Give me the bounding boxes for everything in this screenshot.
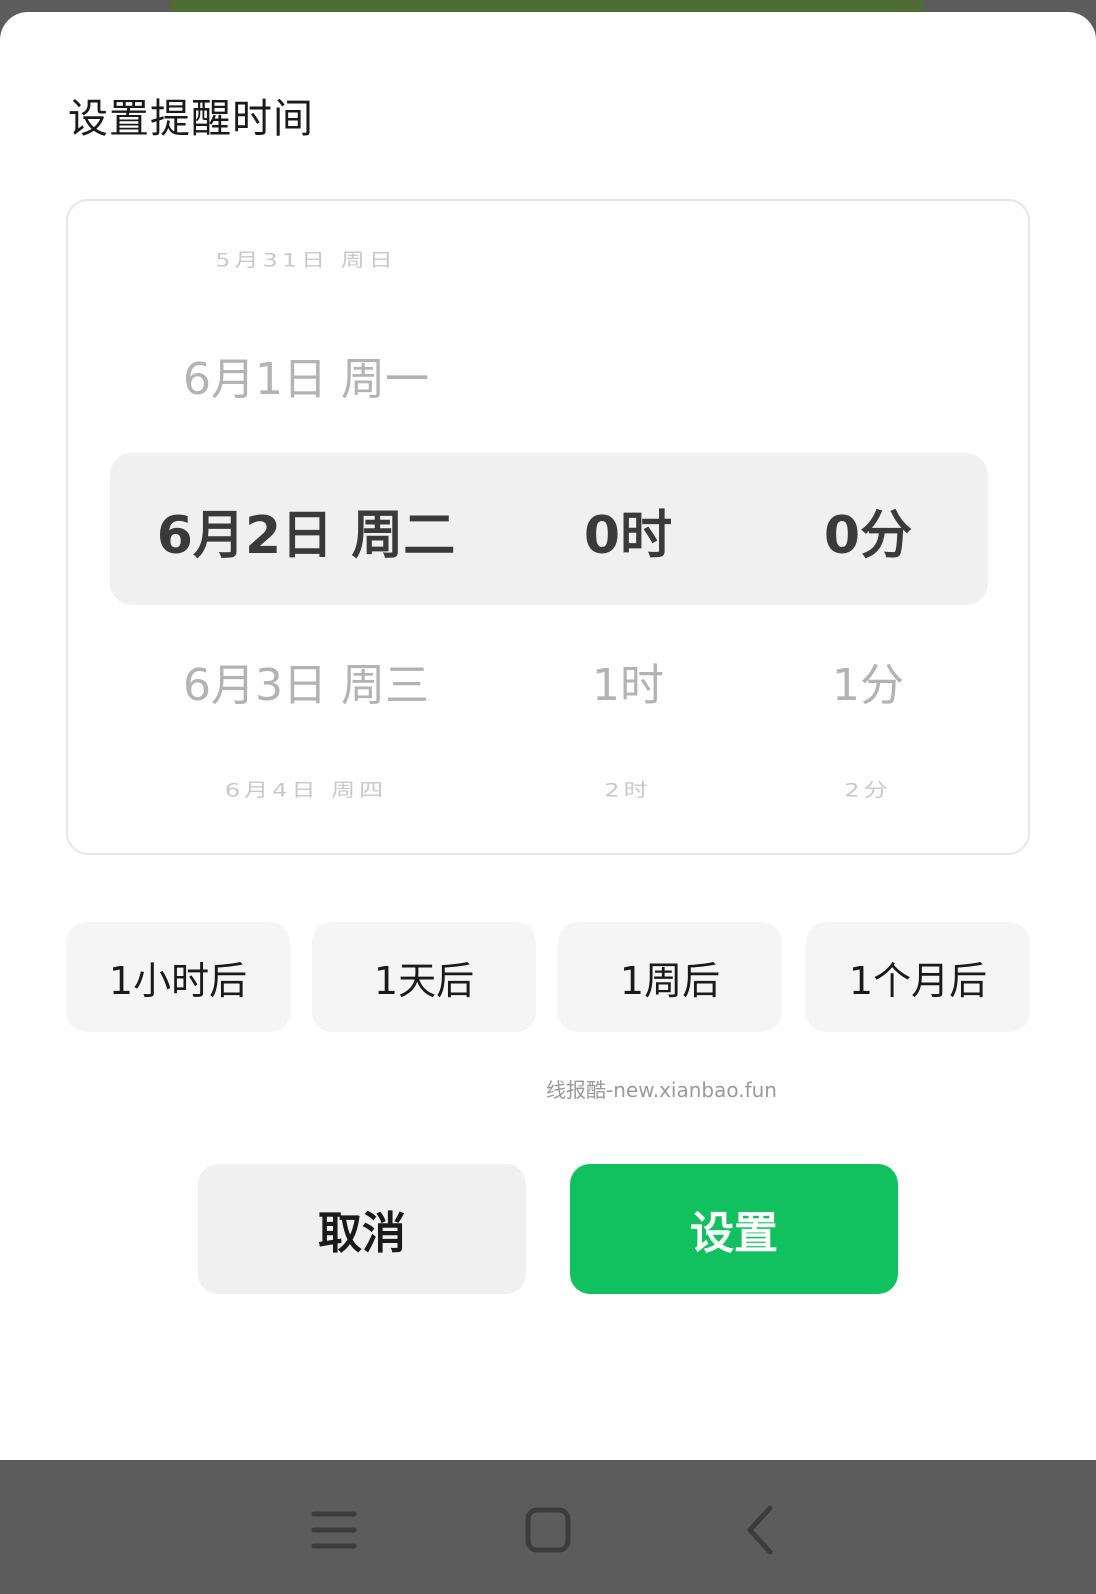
quick-option-1-week-button[interactable]: 1周后 — [558, 922, 782, 1032]
quick-option-1-day-button[interactable]: 1天后 — [312, 922, 536, 1032]
cancel-button[interactable]: 取消 — [198, 1164, 526, 1294]
date-option-near-top[interactable]: 6月1日 周一 — [108, 343, 504, 407]
date-option-near-bottom[interactable]: 6月3日 周三 — [108, 649, 504, 713]
screen: 设置提醒时间 5月31日 周日 6月1日 周一 6月2日 周二 6月3日 周三 … — [0, 0, 1096, 1594]
date-option-far-bottom[interactable]: 6月4日 周四 — [108, 775, 504, 802]
reminder-bottom-sheet: 设置提醒时间 5月31日 周日 6月1日 周一 6月2日 周二 6月3日 周三 … — [0, 12, 1096, 1460]
date-option-selected[interactable]: 6月2日 周二 — [108, 493, 504, 568]
system-navigation-bar — [0, 1460, 1096, 1594]
hour-option-selected[interactable]: 0时 — [508, 493, 748, 568]
home-icon[interactable] — [518, 1500, 578, 1560]
date-wheel[interactable]: 5月31日 周日 6月1日 周一 6月2日 周二 6月3日 周三 6月4日 周四 — [108, 201, 504, 853]
quick-option-1-hour-button[interactable]: 1小时后 — [66, 922, 290, 1032]
menu-icon[interactable] — [304, 1500, 364, 1560]
dialog-title: 设置提醒时间 — [68, 96, 314, 142]
set-button[interactable]: 设置 — [570, 1164, 898, 1294]
datetime-picker[interactable]: 5月31日 周日 6月1日 周一 6月2日 周二 6月3日 周三 6月4日 周四… — [66, 199, 1030, 855]
date-option-far-top[interactable]: 5月31日 周日 — [108, 245, 504, 272]
minute-wheel[interactable]: 0分 1分 2分 — [748, 201, 988, 853]
quick-options: 1小时后 1天后 1周后 1个月后 — [66, 922, 1030, 1032]
minute-option-selected[interactable]: 0分 — [748, 493, 988, 568]
watermark-text: 线报酷-new.xianbao.fun — [546, 1078, 777, 1102]
hour-option-near-bottom[interactable]: 1时 — [508, 649, 748, 713]
hour-wheel[interactable]: 0时 1时 2时 — [508, 201, 748, 853]
minute-option-far-bottom[interactable]: 2分 — [748, 775, 988, 802]
minute-option-near-bottom[interactable]: 1分 — [748, 649, 988, 713]
hour-option-far-bottom[interactable]: 2时 — [508, 775, 748, 802]
quick-option-1-month-button[interactable]: 1个月后 — [806, 922, 1030, 1032]
back-icon[interactable] — [732, 1500, 792, 1560]
